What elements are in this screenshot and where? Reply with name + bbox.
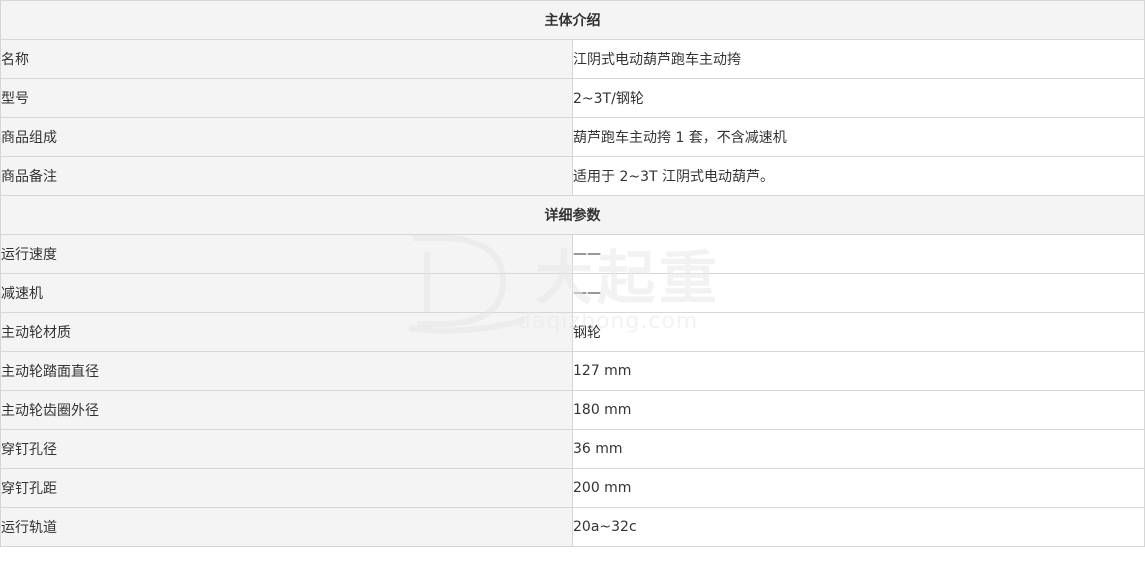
row-label-remarks: 商品备注 <box>0 156 573 196</box>
row-label-composition: 商品组成 <box>0 117 573 157</box>
row-value-tread-diameter: 127 mm <box>572 351 1145 391</box>
section-title-params: 详细参数 <box>0 195 1145 235</box>
table-row: 运行轨道 20a~32c <box>0 507 1145 547</box>
table-row: 主动轮材质 钢轮 <box>0 312 1145 352</box>
table-row: 穿钉孔径 36 mm <box>0 429 1145 469</box>
spec-table: 主体介绍 名称 江阴式电动葫芦跑车主动挎 型号 2~3T/钢轮 商品组成 葫芦跑… <box>0 0 1145 547</box>
row-label-pin-hole-diameter: 穿钉孔径 <box>0 429 573 469</box>
table-row: 型号 2~3T/钢轮 <box>0 78 1145 118</box>
row-label-track: 运行轨道 <box>0 507 573 547</box>
row-label-model: 型号 <box>0 78 573 118</box>
row-value-pin-hole-spacing: 200 mm <box>572 468 1145 508</box>
section-header-row: 主体介绍 <box>0 0 1145 40</box>
table-row: 主动轮齿圈外径 180 mm <box>0 390 1145 430</box>
section-header-row: 详细参数 <box>0 195 1145 235</box>
row-value-composition: 葫芦跑车主动挎 1 套，不含减速机 <box>572 117 1145 157</box>
row-value-remarks: 适用于 2~3T 江阴式电动葫芦。 <box>572 156 1145 196</box>
row-label-speed: 运行速度 <box>0 234 573 274</box>
table-row: 商品备注 适用于 2~3T 江阴式电动葫芦。 <box>0 156 1145 196</box>
table-row: 穿钉孔距 200 mm <box>0 468 1145 508</box>
row-value-model: 2~3T/钢轮 <box>572 78 1145 118</box>
table-row: 名称 江阴式电动葫芦跑车主动挎 <box>0 39 1145 79</box>
row-label-reducer: 减速机 <box>0 273 573 313</box>
row-label-wheel-material: 主动轮材质 <box>0 312 573 352</box>
table-row: 运行速度 —— <box>0 234 1145 274</box>
row-value-reducer: —— <box>572 273 1145 313</box>
row-value-track: 20a~32c <box>572 507 1145 547</box>
row-label-gear-ring-diameter: 主动轮齿圈外径 <box>0 390 573 430</box>
table-row: 减速机 —— <box>0 273 1145 313</box>
row-value-wheel-material: 钢轮 <box>572 312 1145 352</box>
row-label-tread-diameter: 主动轮踏面直径 <box>0 351 573 391</box>
row-value-gear-ring-diameter: 180 mm <box>572 390 1145 430</box>
row-label-pin-hole-spacing: 穿钉孔距 <box>0 468 573 508</box>
section-title-intro: 主体介绍 <box>0 0 1145 40</box>
table-row: 主动轮踏面直径 127 mm <box>0 351 1145 391</box>
row-value-speed: —— <box>572 234 1145 274</box>
row-value-pin-hole-diameter: 36 mm <box>572 429 1145 469</box>
row-value-name: 江阴式电动葫芦跑车主动挎 <box>572 39 1145 79</box>
table-row: 商品组成 葫芦跑车主动挎 1 套，不含减速机 <box>0 117 1145 157</box>
row-label-name: 名称 <box>0 39 573 79</box>
